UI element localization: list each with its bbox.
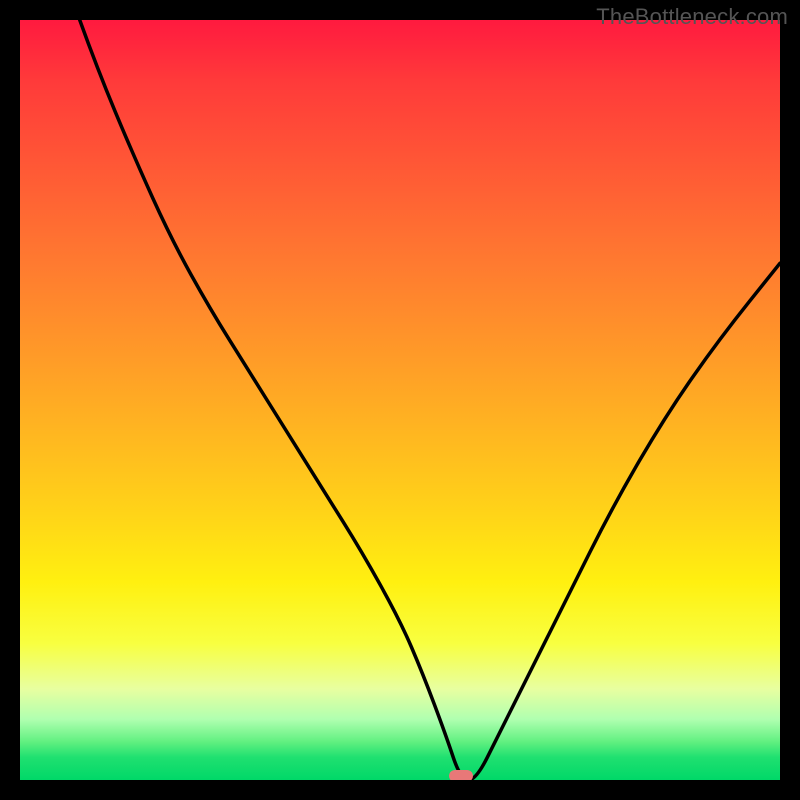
optimum-marker: [449, 770, 473, 780]
curve-layer: [20, 20, 780, 780]
watermark-label: TheBottleneck.com: [596, 4, 788, 30]
chart-frame: TheBottleneck.com: [0, 0, 800, 800]
bottleneck-curve: [20, 20, 780, 780]
plot-area: [20, 20, 780, 780]
